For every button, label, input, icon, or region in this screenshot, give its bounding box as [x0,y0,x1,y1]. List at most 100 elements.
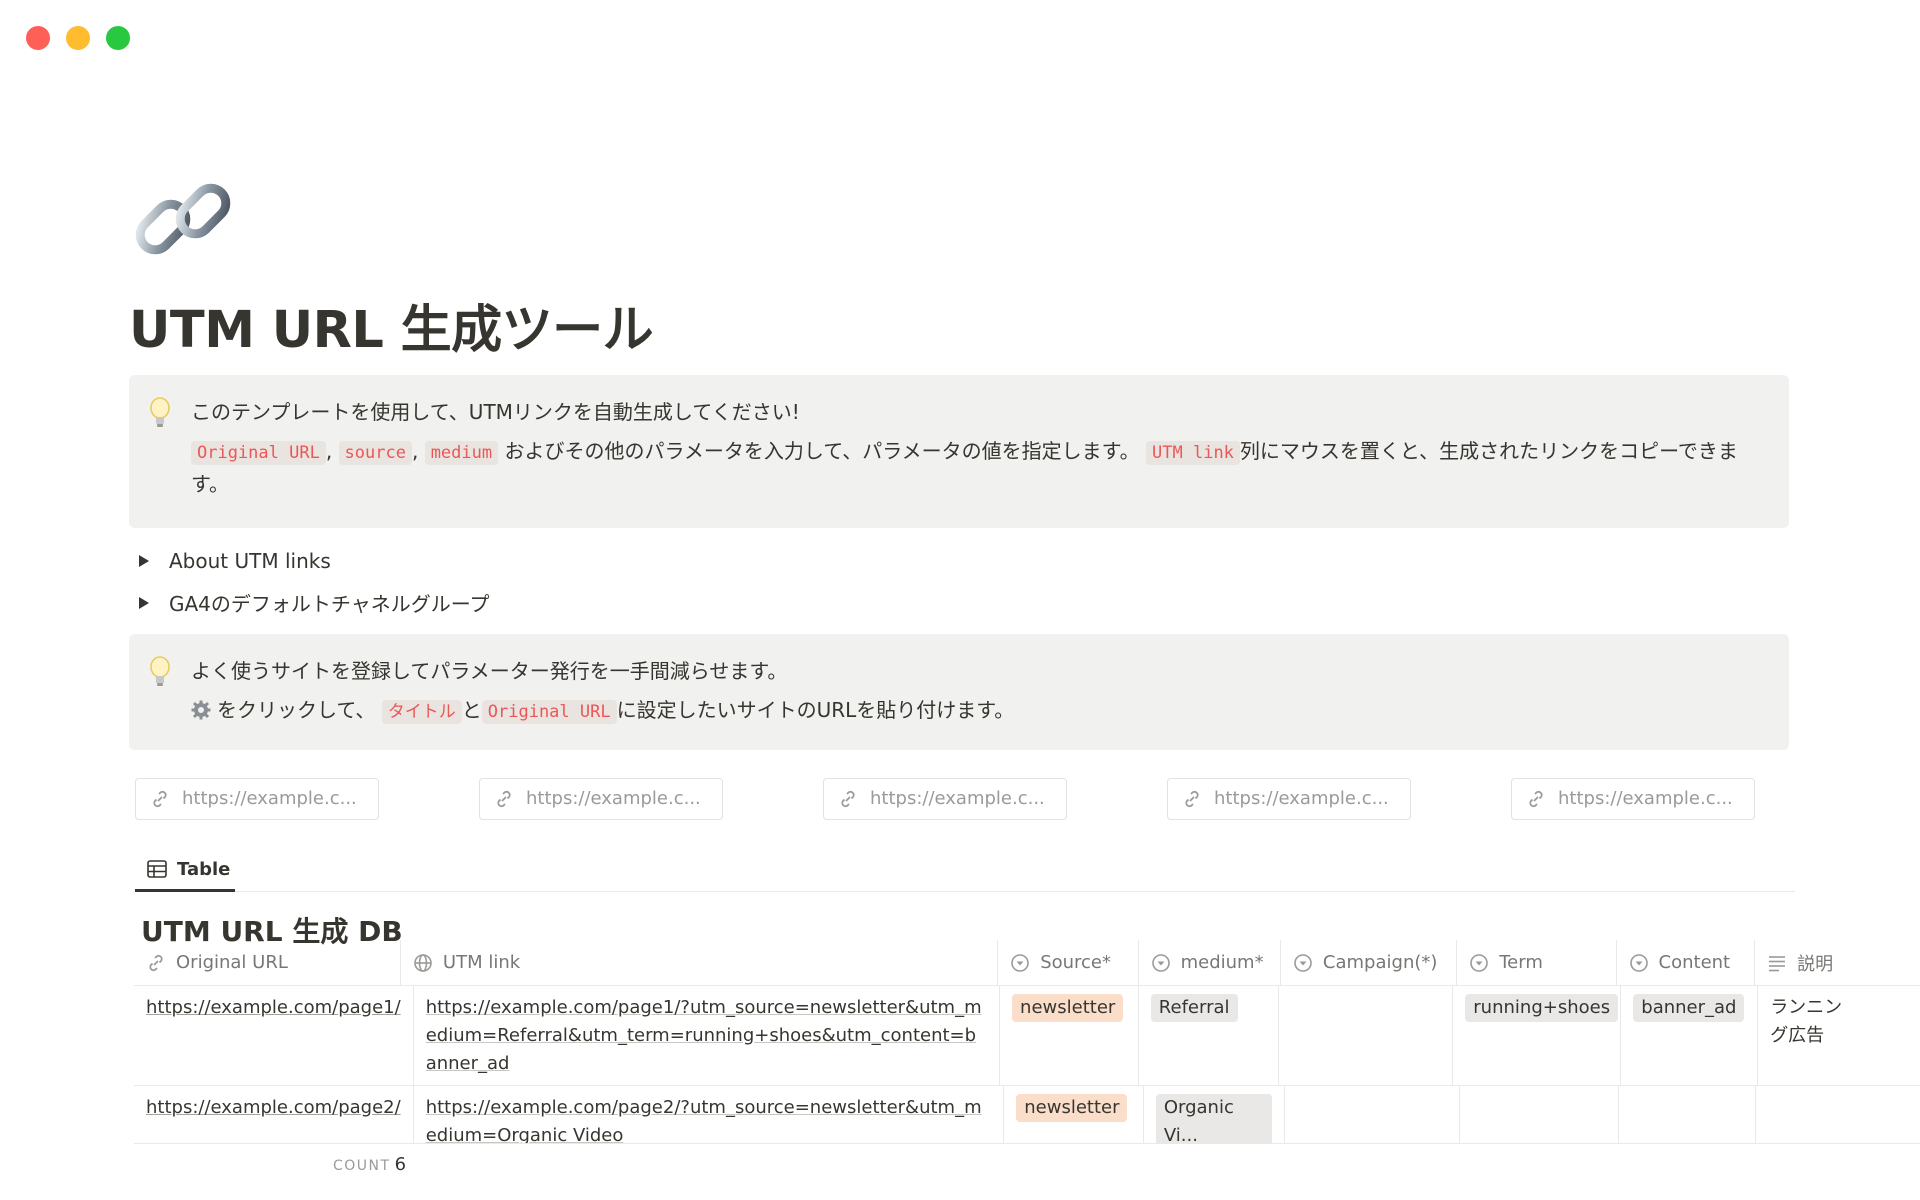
cell-utm-link[interactable]: https://example.com/page1/?utm_source=ne… [414,986,1001,1085]
column-label: Campaign(*) [1322,952,1438,973]
callout-text: をクリックして、 [217,697,376,722]
bookmark-url: https://example.c... [1214,788,1389,810]
cell-medium[interactable]: Organic Vi... [1144,1086,1286,1143]
callout-text: に設定したいサイトのURLを貼り付けます。 [616,697,1015,722]
bookmark-url: https://example.c... [1558,788,1733,810]
cell-term[interactable]: running+shoes [1453,986,1622,1085]
bookmark-link[interactable]: https://example.c... [1511,777,1755,820]
close-window-button[interactable] [26,26,50,50]
select-icon [1294,953,1312,972]
inline-code: UTM link [1146,440,1240,465]
minimize-window-button[interactable] [66,26,90,50]
column-header-original-url[interactable]: Original URL [134,940,401,985]
cell-campaign[interactable] [1279,986,1454,1085]
cell-medium[interactable]: Referral [1139,986,1280,1085]
cell-description[interactable] [1756,1086,1920,1143]
cell-description[interactable]: ランニング広告 [1758,986,1920,1085]
gear-icon [191,700,211,720]
callout-text: およびその他のパラメータを入力して、パラメータの値を指定します。 [504,438,1140,463]
link-icon [1529,790,1543,807]
column-header-content[interactable]: Content [1617,940,1756,985]
column-header-medium[interactable]: medium* [1139,940,1281,985]
tab-label: Table [177,858,231,880]
column-label: Content [1658,952,1731,973]
callout-text: と [461,697,482,722]
triangle-right-icon[interactable] [139,554,149,567]
select-icon [1470,953,1489,972]
column-header-description[interactable]: 説明 [1755,940,1920,985]
triangle-right-icon[interactable] [139,596,149,609]
column-header-term[interactable]: Term [1457,940,1617,985]
database-table: Original URL UTM link Source* medium* Ca… [134,940,1920,1144]
medium-tag: Organic Vi... [1155,1094,1273,1143]
link-icon [1185,790,1199,807]
column-label: 説明 [1797,953,1834,975]
zoom-window-button[interactable] [106,26,130,50]
inline-code: source [338,440,412,465]
text-lines-icon [1769,955,1786,971]
original-url-link[interactable]: https://example.com/page1/ [146,997,401,1018]
view-tabs: Table [135,850,1795,892]
cell-original-url[interactable]: https://example.com/page2/ [134,1086,414,1143]
link-icon [149,954,163,971]
cell-original-url[interactable]: https://example.com/page1/ [134,986,414,1085]
utm-link[interactable]: https://example.com/page1/?utm_source=ne… [426,997,982,1074]
cell-content[interactable] [1619,1086,1757,1143]
bookmark-link[interactable]: https://example.c... [1167,777,1411,820]
bookmark-link[interactable]: https://example.c... [135,777,379,820]
select-icon [1151,953,1170,972]
bookmark-url: https://example.c... [182,788,357,810]
cell-source[interactable]: newsletter [1004,1086,1144,1143]
bookmark-row: https://example.c... https://example.c..… [135,777,1789,820]
cell-source[interactable]: newsletter [1000,986,1139,1085]
column-label: Term [1499,952,1543,973]
column-header-source[interactable]: Source* [998,940,1139,985]
tab-table[interactable]: Table [135,850,235,892]
content-tag: banner_ad [1633,994,1745,1022]
inline-code: タイトル [381,699,462,724]
source-tag: newsletter [1012,994,1124,1022]
table-row[interactable]: https://example.com/page2/ https://examp… [134,1086,1920,1144]
original-url-link[interactable]: https://example.com/page2/ [146,1097,401,1118]
bookmarks-callout: よく使うサイトを登録してパラメーター発行を一手間減らせます。 をクリックして、 … [129,633,1789,750]
separator: , [411,438,419,463]
table-header: Original URL UTM link Source* medium* Ca… [134,940,1920,986]
light-bulb-icon [150,396,170,427]
row-count[interactable]: COUNT 6 [333,1154,406,1175]
page-content: UTM URL 生成ツール このテンプレートを使用して、UTMリンクを自動生成し… [129,168,1795,950]
inline-code: Original URL [191,440,326,465]
separator: , [325,438,333,463]
callout-line-2: Original URL, source, medium およびその他のパラメー… [191,436,1749,500]
bookmark-url: https://example.c... [870,788,1045,810]
table-row[interactable]: https://example.com/page1/ https://examp… [134,986,1920,1086]
select-icon [1629,953,1648,972]
utm-link[interactable]: https://example.com/page2/?utm_source=ne… [426,1097,982,1143]
medium-tag: Referral [1150,994,1238,1022]
instructions-callout: このテンプレートを使用して、UTMリンクを自動生成してください! Origina… [129,374,1789,528]
column-header-campaign[interactable]: Campaign(*) [1281,940,1458,985]
column-label: Original URL [176,952,288,973]
count-value: 6 [394,1154,407,1175]
toggle-label: About UTM links [169,548,331,573]
cell-term[interactable] [1460,1086,1619,1143]
callout-line-1: このテンプレートを使用して、UTMリンクを自動生成してください! [191,399,800,424]
column-label: Source* [1040,952,1112,973]
cell-utm-link[interactable]: https://example.com/page2/?utm_source=ne… [414,1086,1005,1143]
link-icon[interactable] [129,168,239,278]
count-label: COUNT [333,1158,391,1174]
inline-code: Original URL [481,699,617,724]
table-icon [147,860,167,878]
link-icon [497,790,511,807]
toggle-ga4-channel-groups[interactable]: GA4のデフォルトチャネルグループ [139,582,1789,624]
source-tag: newsletter [1016,1094,1128,1122]
select-icon [1011,953,1029,972]
page-title[interactable]: UTM URL 生成ツール [129,301,1789,361]
toggle-about-utm-links[interactable]: About UTM links [139,540,1789,582]
bookmark-link[interactable]: https://example.c... [823,777,1067,820]
description-value: ランニング広告 [1770,997,1843,1046]
cell-content[interactable]: banner_ad [1621,986,1759,1085]
column-header-utm-link[interactable]: UTM link [401,940,999,985]
bookmark-link[interactable]: https://example.c... [479,777,723,820]
cell-campaign[interactable] [1285,1086,1461,1143]
column-label: medium* [1180,952,1264,973]
